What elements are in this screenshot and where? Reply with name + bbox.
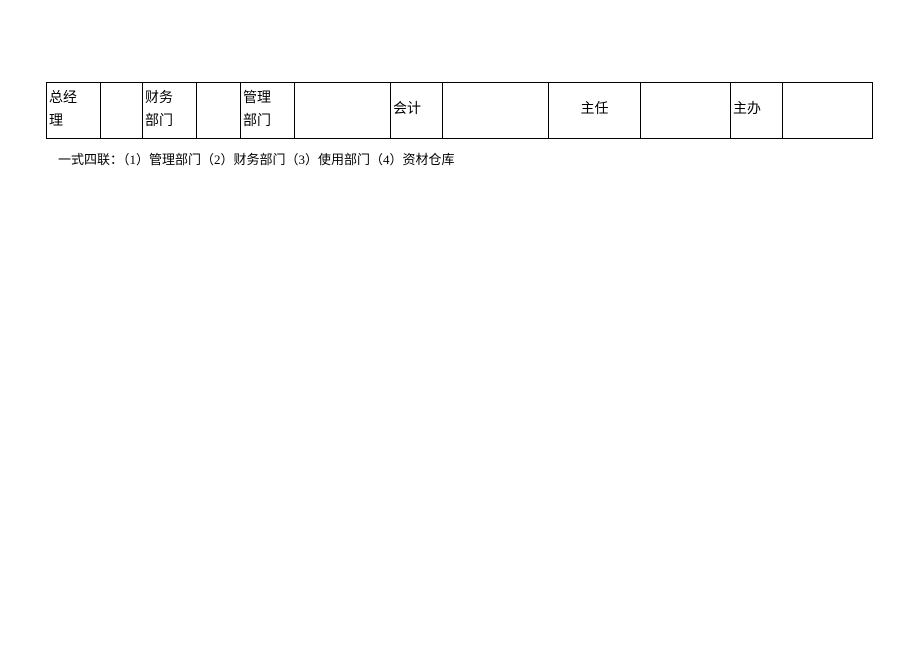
label-finance-dept: 财务部门 xyxy=(143,83,197,139)
signature-row: 总经理 财务部门 管理部门 会计 主任 主办 xyxy=(47,83,873,139)
label-general-manager: 总经理 xyxy=(47,83,101,139)
label-accountant: 会计 xyxy=(391,83,443,139)
label-management-dept: 管理部门 xyxy=(241,83,295,139)
label-director: 主任 xyxy=(549,83,641,139)
footnote-text: 一式四联：（1）管理部门（2）财务部门（3）使用部门（4）资材仓库 xyxy=(58,150,455,170)
label-handler: 主办 xyxy=(731,83,783,139)
page-container: 总经理 财务部门 管理部门 会计 主任 主办 一式四联：（1）管理部门（2）财务… xyxy=(0,0,920,651)
value-accountant xyxy=(443,83,549,139)
signature-table: 总经理 财务部门 管理部门 会计 主任 主办 xyxy=(46,82,873,139)
value-general-manager xyxy=(101,83,143,139)
value-management-dept xyxy=(295,83,391,139)
value-director xyxy=(641,83,731,139)
value-handler xyxy=(783,83,873,139)
value-finance-dept xyxy=(197,83,241,139)
